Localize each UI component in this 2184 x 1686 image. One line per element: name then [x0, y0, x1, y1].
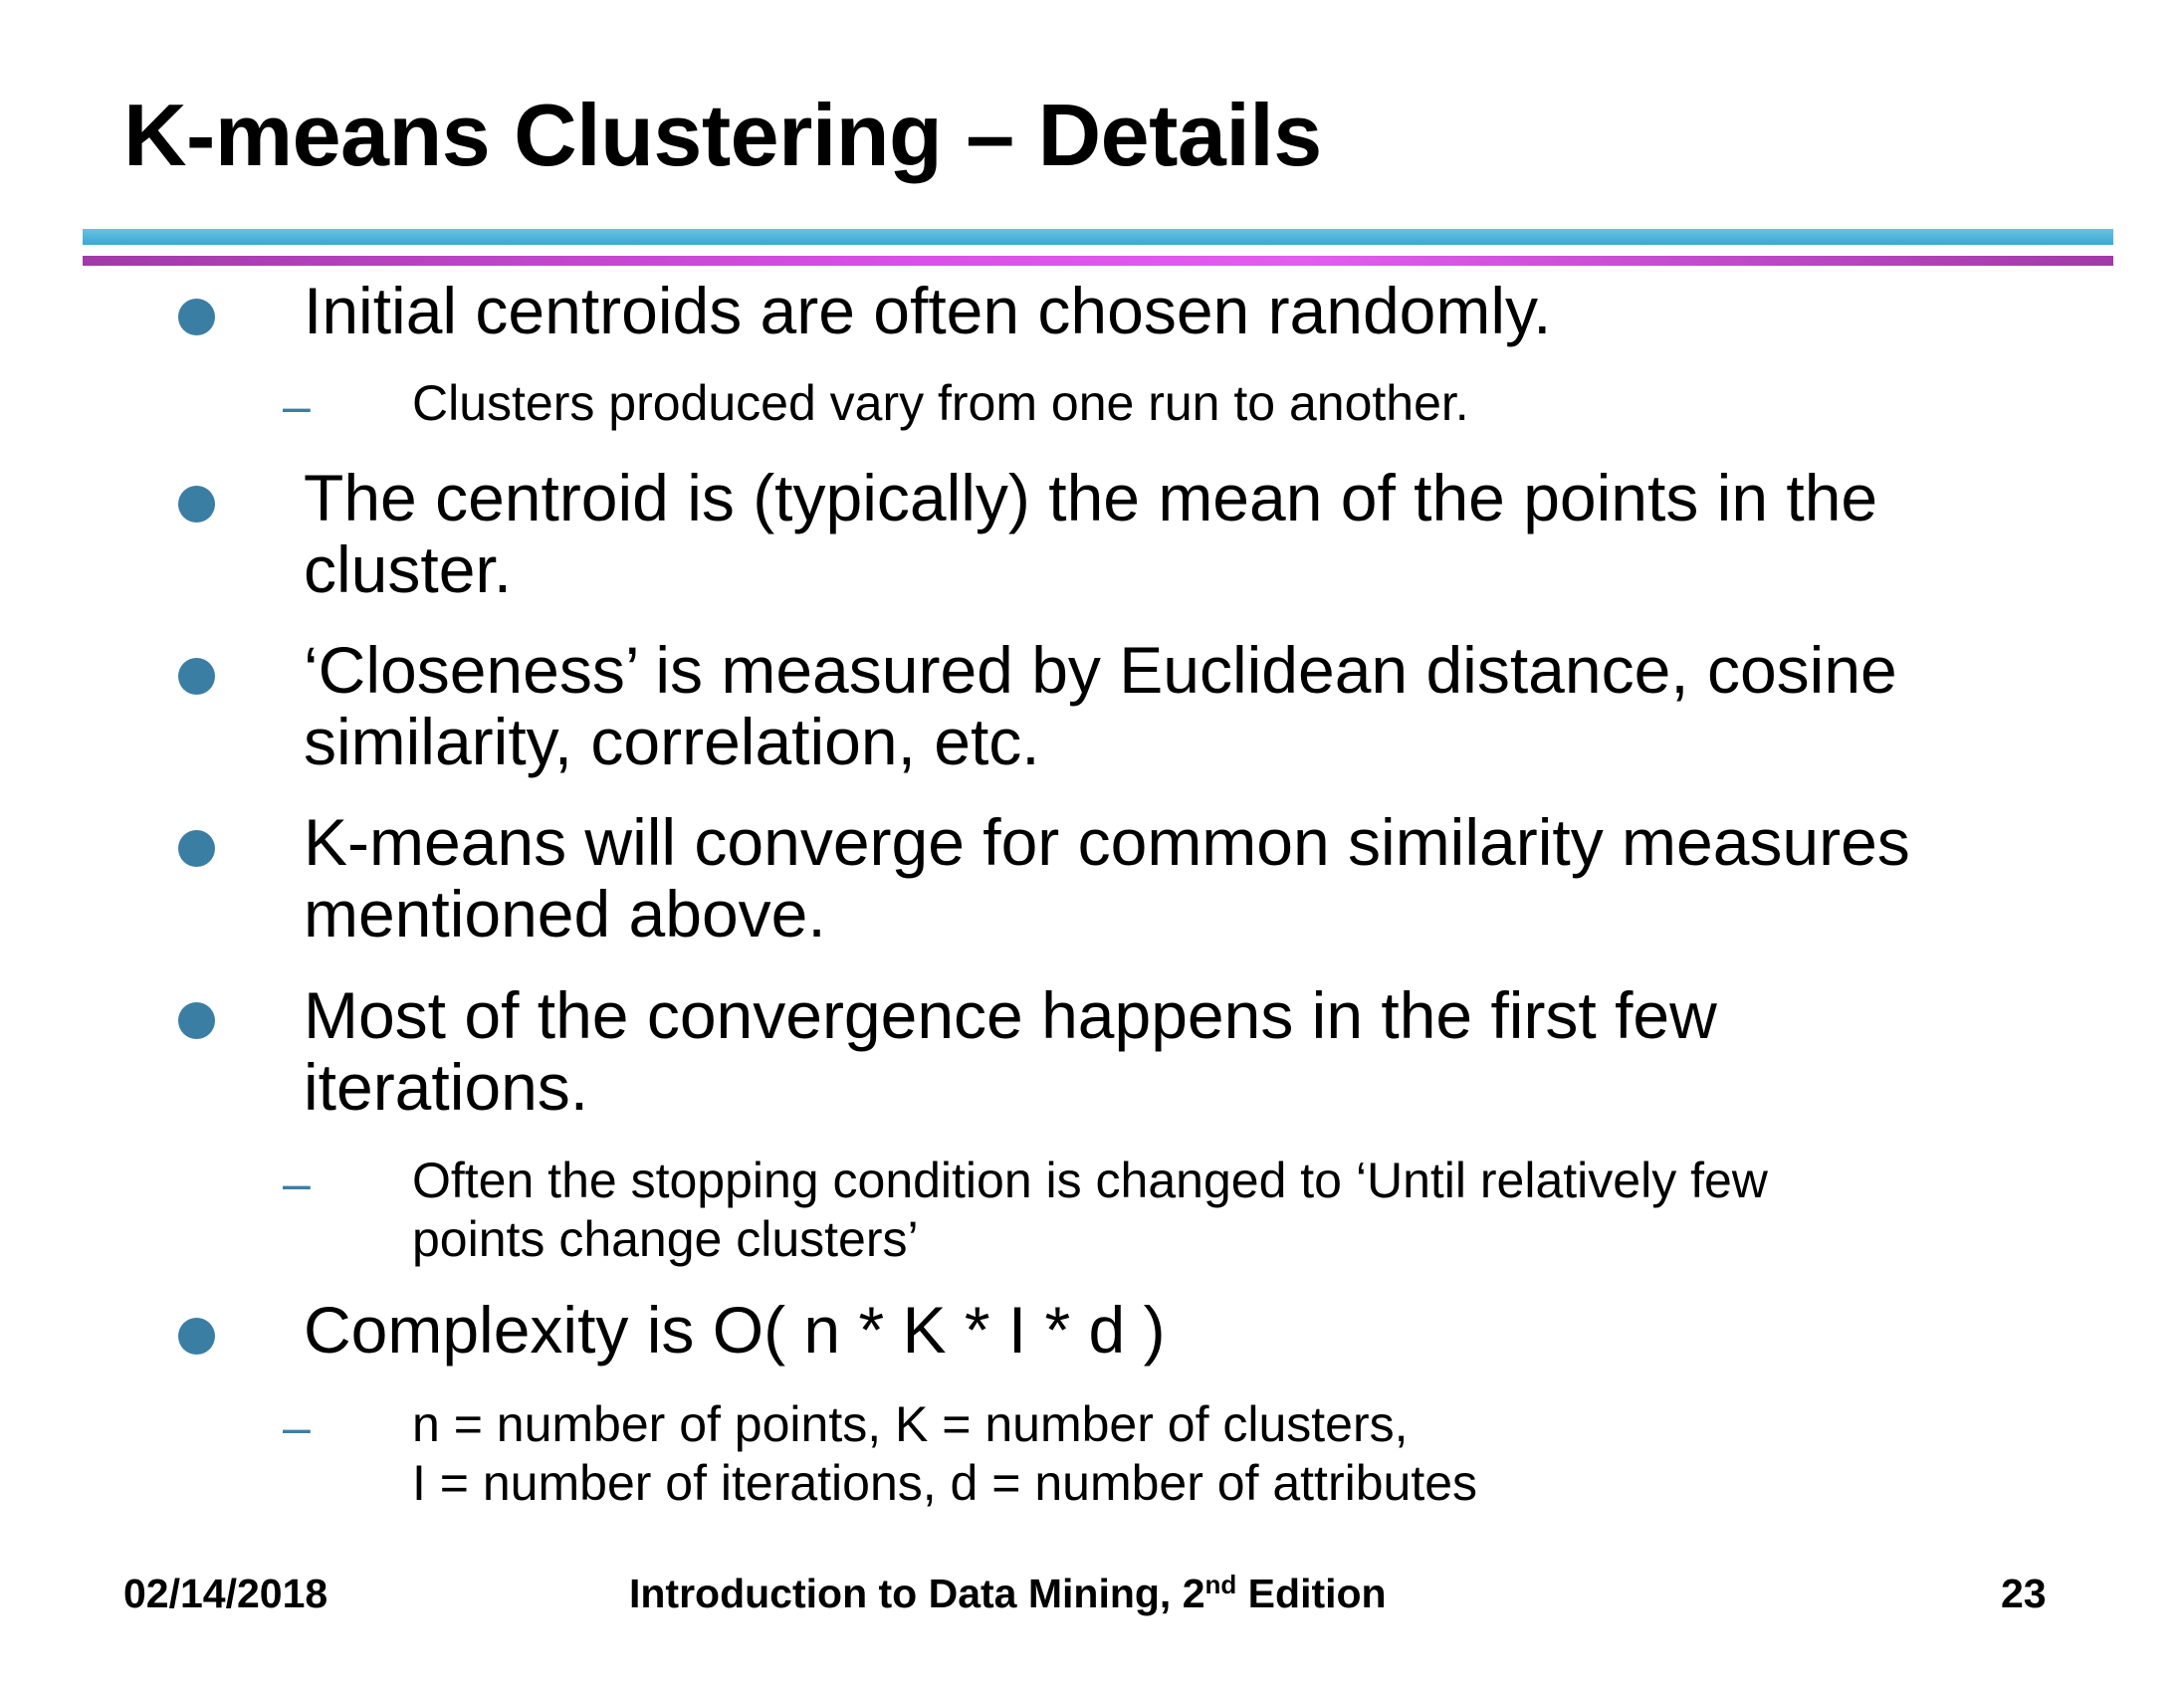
footer-book-superscript: nd: [1204, 1570, 1237, 1599]
bullet-list: Initial centroids are often chosen rando…: [0, 0, 2184, 1686]
bullet-dot-icon: [178, 830, 215, 867]
bullet-text: ‘Closeness’ is measured by Euclidean dis…: [304, 634, 2016, 777]
bullet-line: iterations.: [304, 1050, 589, 1124]
sub-bullet-dash-icon: –: [283, 1399, 311, 1455]
bullet-line: Most of the convergence happens in the f…: [304, 978, 1717, 1052]
sub-bullet-dash-icon: –: [283, 1156, 311, 1211]
sub-bullet-line: Often the stopping condition is changed …: [412, 1153, 1768, 1208]
sub-bullet-line: points change clusters’: [412, 1211, 919, 1267]
footer-book-suffix: Edition: [1236, 1571, 1387, 1616]
bullet-dot-icon: [178, 1318, 215, 1355]
bullet-line: Initial centroids are often chosen rando…: [304, 274, 1552, 347]
bullet-line: Complexity is O( n * K * I * d ): [304, 1293, 1166, 1367]
footer-date: 02/14/2018: [123, 1571, 328, 1616]
bullet-text: Initial centroids are often chosen rando…: [304, 275, 2016, 346]
sub-bullet-line: n = number of points, K = number of clus…: [412, 1396, 1409, 1452]
bullet-text: The centroid is (typically) the mean of …: [304, 462, 2016, 605]
bullet-line: similarity, correlation, etc.: [304, 705, 1040, 778]
bullet-text: K-means will converge for common similar…: [304, 806, 2016, 949]
bullet-line: ‘Closeness’ is measured by Euclidean dis…: [304, 633, 1897, 707]
sub-bullet-text: Often the stopping condition is changed …: [412, 1152, 2005, 1269]
bullet-dot-icon: [178, 299, 215, 335]
sub-bullet-text: Clusters produced vary from one run to a…: [412, 374, 2005, 433]
sub-bullet-dash-icon: –: [283, 378, 311, 434]
bullet-text: Complexity is O( n * K * I * d ): [304, 1294, 2016, 1366]
footer-book-prefix: Introduction to Data Mining, 2: [629, 1571, 1205, 1616]
bullet-line: cluster.: [304, 532, 513, 606]
sub-bullet-text: n = number of points, K = number of clus…: [412, 1395, 2005, 1513]
bullet-text: Most of the convergence happens in the f…: [304, 979, 2016, 1123]
bullet-line: The centroid is (typically) the mean of …: [304, 461, 1878, 534]
sub-bullet-line: I = number of iterations, d = number of …: [412, 1455, 1478, 1511]
bullet-line: mentioned above.: [304, 877, 826, 950]
bullet-dot-icon: [178, 486, 215, 523]
footer-page-number: 23: [2001, 1571, 2047, 1616]
bullet-dot-icon: [178, 1002, 215, 1039]
bullet-dot-icon: [178, 658, 215, 695]
bullet-line: K-means will converge for common similar…: [304, 805, 1910, 879]
sub-bullet-line: Clusters produced vary from one run to a…: [412, 375, 1469, 431]
footer-book-title: Introduction to Data Mining, 2nd Edition: [629, 1569, 1387, 1618]
